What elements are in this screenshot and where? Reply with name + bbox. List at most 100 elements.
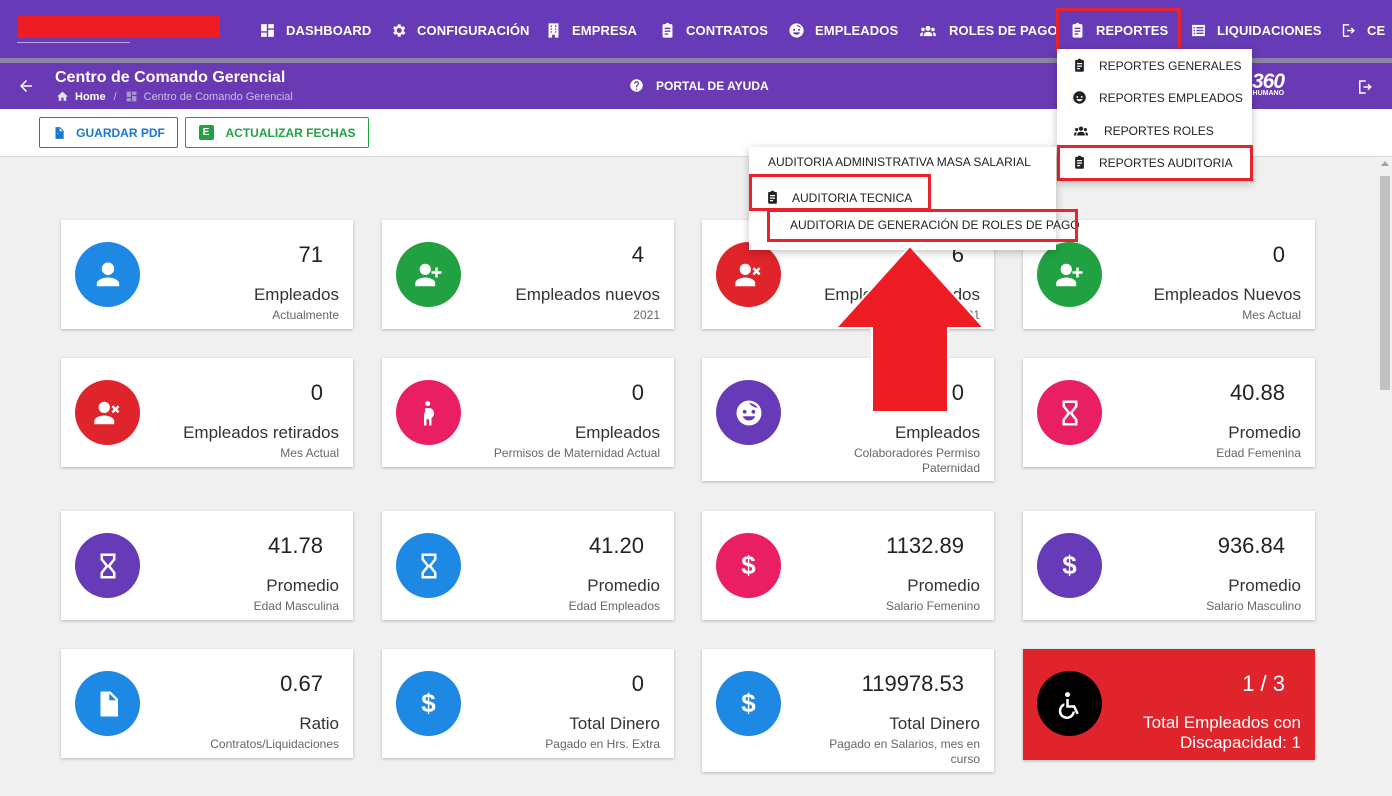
dollar-glyph: $	[741, 688, 756, 718]
stat-label: Promedio	[1228, 423, 1301, 442]
dollar-glyph: $	[1062, 550, 1077, 580]
stat-value: 41.78	[267, 533, 323, 558]
stat-label: Empleados	[253, 285, 339, 304]
stat-value: 40.88	[1229, 380, 1285, 405]
logout-icon[interactable]	[1356, 78, 1374, 96]
brand-sub: HUMANO	[1252, 90, 1285, 97]
menu-reportes-empleados-label: REPORTES EMPLEADOS	[1099, 90, 1243, 105]
stat-label: Promedio	[266, 576, 339, 595]
logo-underline	[17, 42, 130, 43]
stat-sublabel: Permisos de Maternidad Actual	[493, 446, 660, 460]
nav-dashboard[interactable]: DASHBOARD	[259, 16, 371, 44]
stat-value: 71	[298, 242, 323, 267]
stat-label: Total Dinero	[889, 714, 980, 733]
menu-reportes-generales[interactable]: REPORTES GENERALES	[1072, 58, 1242, 73]
menu-reportes-roles[interactable]: REPORTES ROLES	[1070, 123, 1214, 138]
breadcrumb-home[interactable]: Home	[75, 91, 106, 103]
page-title: Centro de Comando Gerencial	[55, 69, 286, 86]
stat-card: $119978.53 Total Dinero Pagado en Salarios…	[702, 649, 994, 772]
hourglass-icon	[396, 533, 461, 598]
stat-card: 40.88 Promedio Edad Femenina	[1023, 358, 1315, 467]
back-arrow-icon[interactable]	[17, 77, 35, 95]
dollar-icon: $	[716, 671, 781, 736]
face-icon	[1073, 91, 1086, 104]
nav-contratos-label: CONTRATOS	[686, 22, 769, 38]
nav-dashboard-label: DASHBOARD	[286, 22, 372, 38]
dollar-glyph: $	[741, 550, 756, 580]
document-icon	[75, 671, 140, 736]
scroll-up-arrow[interactable]	[1381, 161, 1389, 166]
stat-sublabel: Edad Femenina	[1216, 446, 1301, 460]
dollar-glyph: $	[421, 688, 436, 718]
pdf-icon	[55, 126, 64, 139]
nav-configuracion[interactable]: CONFIGURACIÓN	[390, 16, 530, 44]
nav-liquidaciones[interactable]: LIQUIDACIONES	[1190, 16, 1322, 44]
stat-sublabel: Pagado en Hrs. Extra	[545, 737, 660, 751]
stat-sublabel: 2021	[633, 308, 660, 322]
user-icon	[75, 242, 140, 307]
list-icon	[1192, 24, 1205, 36]
stat-value: 936.84	[1217, 533, 1285, 558]
pregnant-icon	[396, 380, 461, 445]
stat-card: $936.84 Promedio Salario Masculino	[1023, 511, 1315, 620]
dollar-icon: $	[716, 533, 781, 598]
stat-value: 41.20	[588, 533, 644, 558]
stat-sublabel: Actualmente	[272, 308, 339, 322]
nav-roles-de-pago-label: ROLES DE PAGO	[949, 22, 1058, 38]
stat-value: 1132.89	[886, 533, 964, 558]
stat-label: Empleados	[894, 423, 980, 442]
nav-reportes-label: REPORTES	[1096, 22, 1169, 38]
stat-sublabel: Pagado en Salarios, mes en curso	[829, 737, 980, 766]
stat-label: Empleados Nuevos	[1153, 285, 1301, 304]
help-portal-link[interactable]: PORTAL DE AYUDA	[629, 78, 769, 93]
stat-card: 41.20 Promedio Edad Empleados	[382, 511, 674, 620]
nav-ce-label: CE	[1367, 22, 1386, 38]
nav-roles-de-pago[interactable]: ROLES DE PAGO	[917, 16, 1058, 44]
logout-icon	[1342, 23, 1355, 37]
face-icon	[789, 22, 804, 38]
nav-empleados[interactable]: EMPLEADOS	[788, 16, 898, 44]
stat-value: 119978.53	[861, 671, 964, 696]
stat-card: 0 Empleados Permisos de Maternidad Actual	[382, 358, 674, 467]
menu-auditoria-masa-salarial[interactable]: AUDITORIA ADMINISTRATIVA MASA SALARIAL	[768, 155, 1031, 169]
highlight-reportes-auditoria	[1057, 145, 1253, 181]
stat-card: 0.67 Ratio Contratos/Liquidaciones	[61, 649, 353, 758]
help-icon	[630, 79, 643, 92]
stat-card: 4 Empleados nuevos 2021	[382, 220, 674, 329]
update-dates-button[interactable]: E ACTUALIZAR FECHAS	[185, 117, 369, 148]
nav-configuracion-label: CONFIGURACIÓN	[417, 22, 530, 38]
update-dates-label: ACTUALIZAR FECHAS	[225, 125, 356, 140]
breadcrumb-current: Centro de Comando Gerencial	[143, 90, 293, 103]
menu-reportes-roles-label: REPORTES ROLES	[1104, 123, 1214, 138]
stat-label: Promedio	[587, 576, 660, 595]
hourglass-icon	[1037, 380, 1102, 445]
clipboard-icon	[1072, 22, 1083, 38]
stat-sublabel: Colaboradores Permiso Paternidad	[853, 446, 980, 475]
user-add-icon	[396, 242, 461, 307]
company-logo[interactable]	[17, 16, 220, 38]
stat-label: Empleados	[574, 423, 660, 442]
highlight-auditoria-roles-de-pago	[767, 209, 1078, 242]
building-icon	[548, 22, 559, 38]
nav-contratos[interactable]: CONTRATOS	[659, 16, 768, 44]
scroll-thumb[interactable]	[1380, 176, 1390, 390]
breadcrumb: Home / Centro de Comando Gerencial	[56, 90, 293, 103]
dollar-icon: $	[1037, 533, 1102, 598]
face-icon	[716, 380, 781, 445]
nav-empleados-label: EMPLEADOS	[815, 22, 899, 38]
menu-reportes-empleados[interactable]: REPORTES EMPLEADOS	[1072, 90, 1243, 105]
scrollbar[interactable]	[1378, 157, 1392, 796]
breadcrumb-separator: /	[113, 90, 117, 103]
hourglass-icon	[75, 533, 140, 598]
stat-card: 0 Empleados retirados Mes Actual	[61, 358, 353, 467]
menu-auditoria-masa-salarial-label: AUDITORIA ADMINISTRATIVA MASA SALARIAL	[768, 155, 1031, 169]
user-remove-icon	[716, 242, 781, 307]
stat-card: 1 / 3 Total Empleados con Discapacidad: 1	[1023, 649, 1315, 760]
nav-reportes[interactable]: REPORTES	[1055, 8, 1182, 52]
nav-ce[interactable]: CE	[1340, 16, 1385, 44]
stat-value: 1 / 3	[1242, 671, 1285, 696]
clipboard-icon	[662, 22, 673, 38]
save-pdf-button[interactable]: GUARDAR PDF	[39, 117, 178, 148]
nav-empresa[interactable]: EMPRESA	[545, 16, 637, 44]
stat-value: 0.67	[280, 671, 323, 696]
